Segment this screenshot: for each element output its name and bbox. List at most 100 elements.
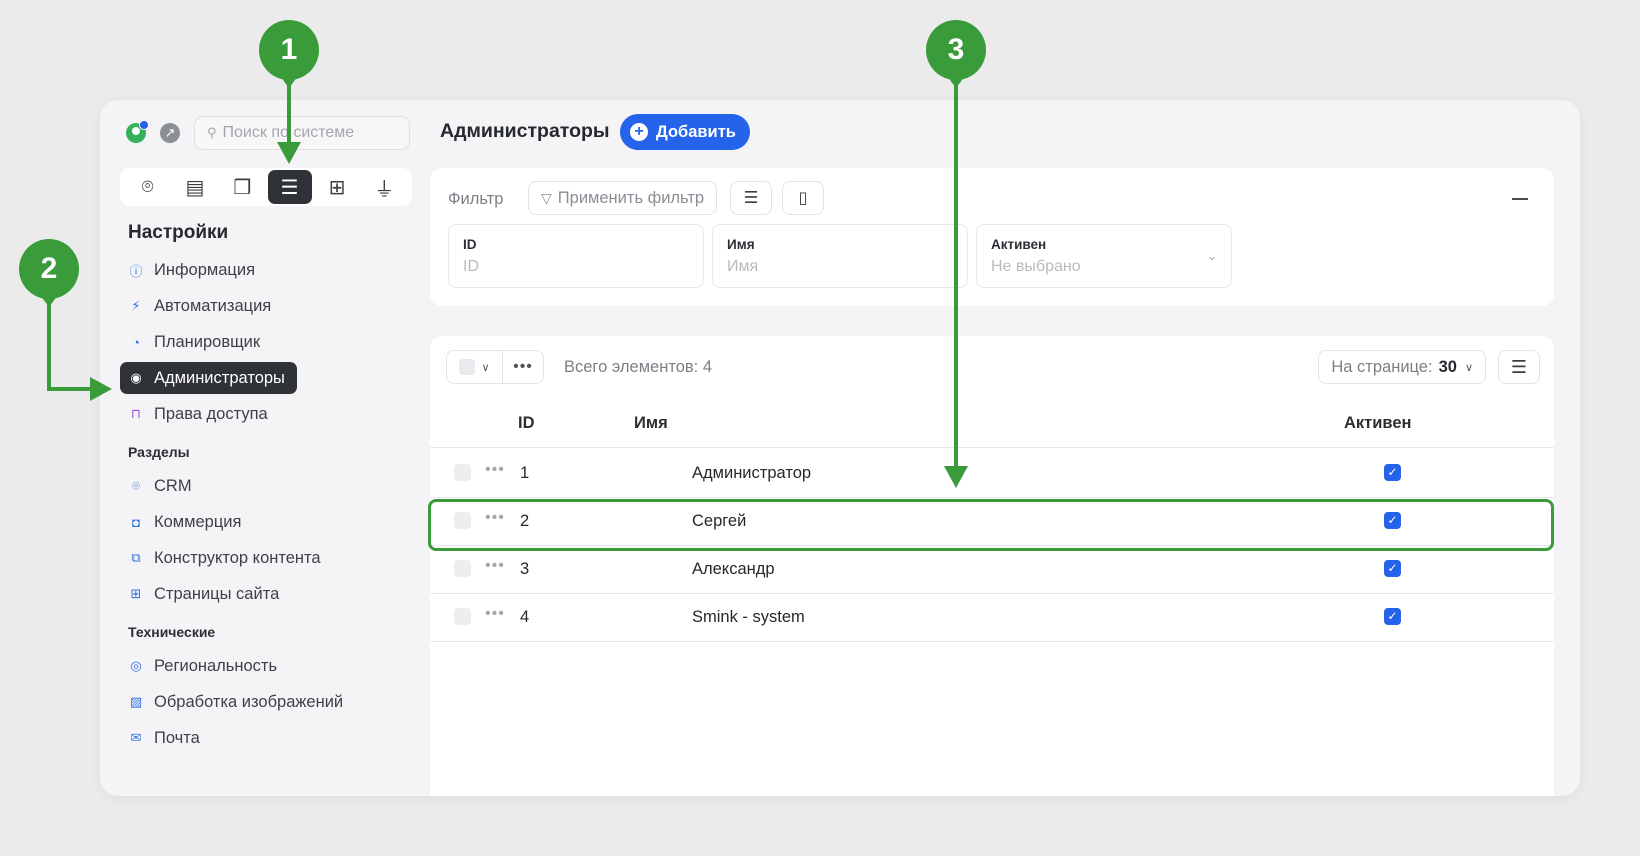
tab-settings-sliders-icon[interactable]: ☰	[267, 170, 312, 204]
table-toolbar: ∨ ••• Всего элементов: 4 На странице: 30…	[430, 336, 1554, 398]
bulk-actions-more-icon[interactable]: •••	[503, 351, 543, 383]
table-row[interactable]: ••• 3 Александр ✓	[430, 544, 1554, 594]
select-all-checkbox[interactable]	[459, 359, 476, 375]
main-content: Администраторы + Добавить Фильтр ▽ Приме…	[430, 100, 1580, 796]
crm-icon: ⌾	[132, 478, 140, 493]
scheduler-icon: ◔	[132, 334, 140, 350]
row-active-checkbox[interactable]: ✓	[1384, 560, 1401, 577]
sidebar-item-scheduler[interactable]: ◔ Планировщик	[120, 326, 272, 358]
row-more-icon[interactable]: •••	[485, 605, 505, 623]
sidebar-item-label: Администраторы	[154, 368, 285, 387]
technical-group-label: Технические	[128, 624, 216, 640]
name-field[interactable]: Имя Имя	[712, 224, 968, 288]
page-title: Администраторы	[440, 120, 610, 142]
sidebar-item-label: Коммерция	[154, 512, 242, 531]
sidebar-item-automation[interactable]: ⚡ Автоматизация	[120, 290, 283, 322]
sidebar-item-site-pages[interactable]: ⊞ Страницы сайта	[120, 578, 291, 610]
sidebar: ↗ ⚲ Поиск по системе ⌾ ▤ ❒ ☰ ⊞ ⏚ Настрой…	[100, 100, 430, 796]
search-icon: ⚲	[207, 125, 217, 140]
name-field-placeholder: Имя	[727, 258, 759, 275]
grid-icon: ⊞	[130, 586, 142, 601]
row-name: Smink - system	[692, 608, 805, 626]
collapse-filter-icon[interactable]	[1512, 198, 1528, 200]
name-field-label: Имя	[727, 237, 755, 252]
add-button-label: Добавить	[656, 122, 736, 141]
sidebar-item-regionality[interactable]: ◎ Региональность	[120, 650, 289, 682]
save-filter-icon[interactable]: ▯	[782, 181, 824, 215]
row-checkbox[interactable]	[454, 608, 471, 625]
per-page-select[interactable]: На странице: 30 ∨	[1318, 350, 1486, 384]
chevron-down-icon: ∨	[1464, 361, 1473, 374]
annotation-arrowhead-1	[277, 142, 301, 164]
external-link-icon[interactable]: ↗	[160, 123, 180, 143]
lock-open-icon: ⊓	[130, 406, 142, 421]
plus-circle-icon: +	[630, 123, 648, 141]
user-circle-icon: ◉	[130, 370, 142, 385]
annotation-arrow-2-vertical	[47, 299, 51, 391]
bulk-select-group: ∨ •••	[446, 350, 544, 384]
row-active-checkbox[interactable]: ✓	[1384, 608, 1401, 625]
row-active-checkbox[interactable]: ✓	[1384, 464, 1401, 481]
sidebar-item-label: Автоматизация	[154, 296, 272, 315]
select-all-dropdown[interactable]: ∨	[447, 351, 503, 383]
column-header-name[interactable]: Имя	[634, 414, 668, 433]
sidebar-item-info[interactable]: ⓘ Информация	[120, 254, 267, 286]
table-row[interactable]: ••• 1 Администратор ✓	[430, 448, 1554, 498]
table-header: ID Имя Активен	[430, 398, 1554, 448]
copy-icon: ⧉	[131, 550, 141, 565]
active-select-value: Не выбрано	[991, 258, 1081, 275]
active-select-label: Активен	[991, 237, 1047, 252]
sidebar-item-administrators[interactable]: ◉ Администраторы	[120, 362, 297, 394]
apply-filter-button[interactable]: ▽ Применить фильтр	[528, 181, 718, 215]
module-tabbar: ⌾ ▤ ❒ ☰ ⊞ ⏚	[120, 168, 412, 206]
sidebar-item-label: Региональность	[154, 656, 278, 675]
table-panel: ∨ ••• Всего элементов: 4 На странице: 30…	[430, 336, 1554, 796]
settings-menu: ⓘ Информация ⚡ Автоматизация ◔ Планировщ…	[120, 254, 420, 758]
sidebar-item-crm[interactable]: ⌾ CRM	[120, 470, 204, 502]
table-settings-icon[interactable]: ☰	[1498, 350, 1540, 384]
row-id: 1	[520, 464, 530, 482]
per-page-value: 30	[1438, 357, 1457, 376]
tab-add-box-icon[interactable]: ⊞	[315, 170, 359, 204]
profile-avatar-icon[interactable]	[126, 120, 149, 143]
sidebar-item-label: Обработка изображений	[154, 692, 344, 711]
sidebar-item-label: Конструктор контента	[154, 548, 321, 567]
sidebar-item-content-builder[interactable]: ⧉ Конструктор контента	[120, 542, 333, 574]
tab-crm-icon[interactable]: ⌾	[126, 170, 170, 204]
sidebar-item-label: CRM	[154, 476, 192, 495]
sidebar-item-access-rights[interactable]: ⊓ Права доступа	[120, 398, 280, 430]
row-checkbox[interactable]	[454, 464, 471, 481]
chevron-down-icon: ∨	[481, 361, 490, 374]
sidebar-top-row: ↗ ⚲ Поиск по системе	[126, 116, 410, 150]
tab-content-icon[interactable]: ▤	[173, 170, 217, 204]
row-checkbox[interactable]	[454, 560, 471, 577]
table-row[interactable]: ••• 4 Smink - system ✓	[430, 592, 1554, 642]
column-header-id[interactable]: ID	[518, 414, 535, 433]
id-field[interactable]: ID ID	[448, 224, 704, 288]
info-icon: ⓘ	[129, 263, 143, 279]
tab-book-icon[interactable]: ❒	[220, 170, 264, 204]
id-field-label: ID	[463, 237, 477, 252]
automation-icon: ⚡	[131, 298, 141, 313]
annotation-arrow-3	[954, 80, 958, 466]
funnel-icon: ▽	[541, 189, 552, 206]
sidebar-item-label: Планировщик	[154, 332, 261, 351]
annotation-arrowhead-2	[90, 377, 112, 401]
row-more-icon[interactable]: •••	[485, 461, 505, 479]
location-icon: ◎	[130, 658, 142, 673]
filter-settings-icon[interactable]: ☰	[730, 181, 772, 215]
sidebar-item-commerce[interactable]: ◘ Коммерция	[120, 506, 253, 538]
mail-icon: ✉	[130, 730, 142, 745]
annotation-badge-3: 3	[926, 20, 986, 88]
add-button[interactable]: + Добавить	[620, 114, 750, 150]
per-page-label: На странице:	[1331, 357, 1433, 376]
image-icon: ▨	[129, 694, 143, 709]
search-input[interactable]: ⚲ Поиск по системе	[194, 116, 410, 150]
row-more-icon[interactable]: •••	[485, 557, 505, 575]
active-select[interactable]: Активен Не выбрано ⌄	[976, 224, 1232, 288]
sidebar-item-mail[interactable]: ✉ Почта	[120, 722, 212, 754]
sidebar-item-image-processing[interactable]: ▨ Обработка изображений	[120, 686, 355, 718]
column-header-active[interactable]: Активен	[1344, 414, 1411, 433]
tab-brush-icon[interactable]: ⏚	[362, 170, 406, 204]
annotation-arrow-2-horizontal	[47, 387, 91, 391]
